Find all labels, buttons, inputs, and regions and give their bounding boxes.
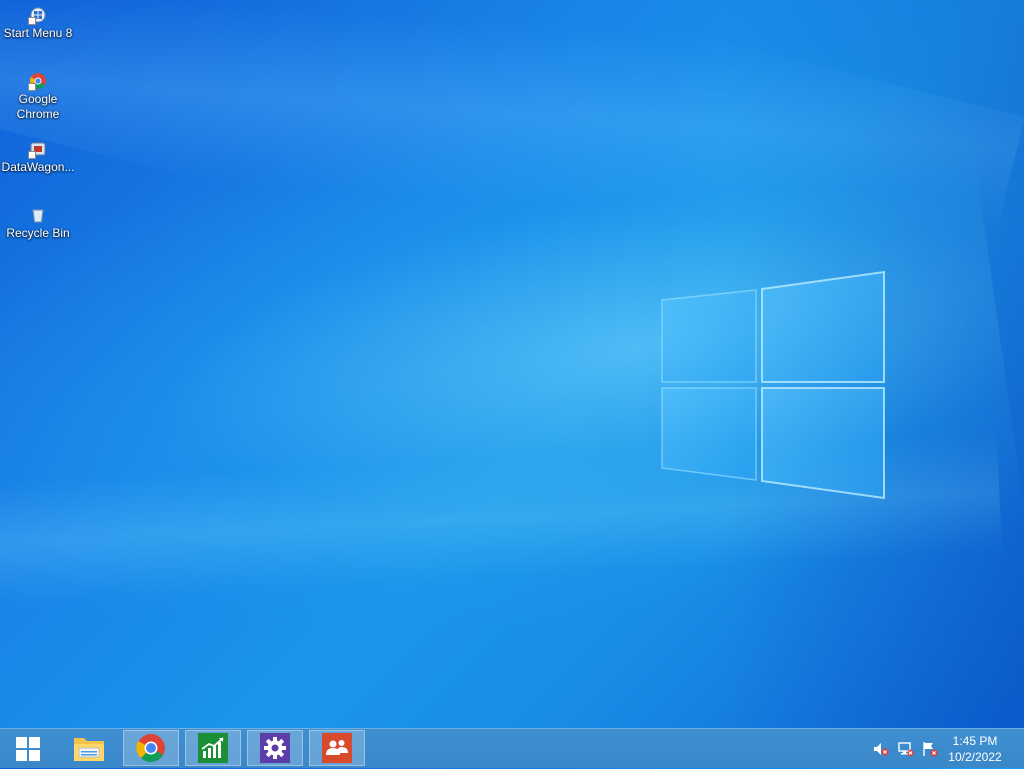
desktop-icon-label: Recycle Bin [6,226,70,240]
taskbar-people-button[interactable] [309,730,365,766]
datawagon-icon [28,140,47,159]
desktop-icon-label: Start Menu 8 [3,26,73,40]
speaker-muted-icon[interactable] [873,741,889,757]
chart-icon [198,733,228,763]
chrome-icon [136,734,165,763]
windows-wallpaper-logo-icon [661,270,885,500]
desktop-icon-datawagon[interactable]: DataWagon... [0,140,76,175]
clock-time: 1:45 PM [952,734,998,748]
taskbar-google-chrome-button[interactable] [123,730,179,766]
system-clock[interactable]: 1:45 PM 10/2/2022 [940,733,1010,765]
folder-icon [74,738,104,761]
taskbar: 1:45 PM 10/2/2022 [0,728,1024,768]
taskbar-settings-button[interactable] [247,730,303,766]
people-icon [322,733,352,763]
recycle-bin-icon [29,206,47,224]
desktop-icon-label: DataWagon... [1,160,75,174]
network-disconnected-icon[interactable] [898,741,914,757]
action-center-flag-icon[interactable] [922,741,938,757]
taskbar-finance-chart-button[interactable] [185,730,241,766]
desktop-icon-google-chrome[interactable]: Google Chrome [0,72,76,122]
start-menu-8-icon [28,6,47,25]
taskbar-file-explorer-button[interactable] [61,730,117,766]
desktop-icon-recycle-bin[interactable]: Recycle Bin [0,206,76,241]
clock-date: 10/2/2022 [948,750,1002,764]
shortcut-arrow-icon [28,17,36,25]
chrome-icon [28,72,47,91]
desktop[interactable]: Start Menu 8 Google Chrome DataWagon... … [0,0,1024,728]
windows-start-icon [16,737,40,761]
desktop-icon-start-menu-8[interactable]: Start Menu 8 [0,6,76,41]
shortcut-arrow-icon [28,151,36,159]
desktop-icon-label: Google Chrome [16,92,60,121]
gear-icon [260,733,290,763]
shortcut-arrow-icon [28,83,36,91]
start-button[interactable] [0,729,56,769]
